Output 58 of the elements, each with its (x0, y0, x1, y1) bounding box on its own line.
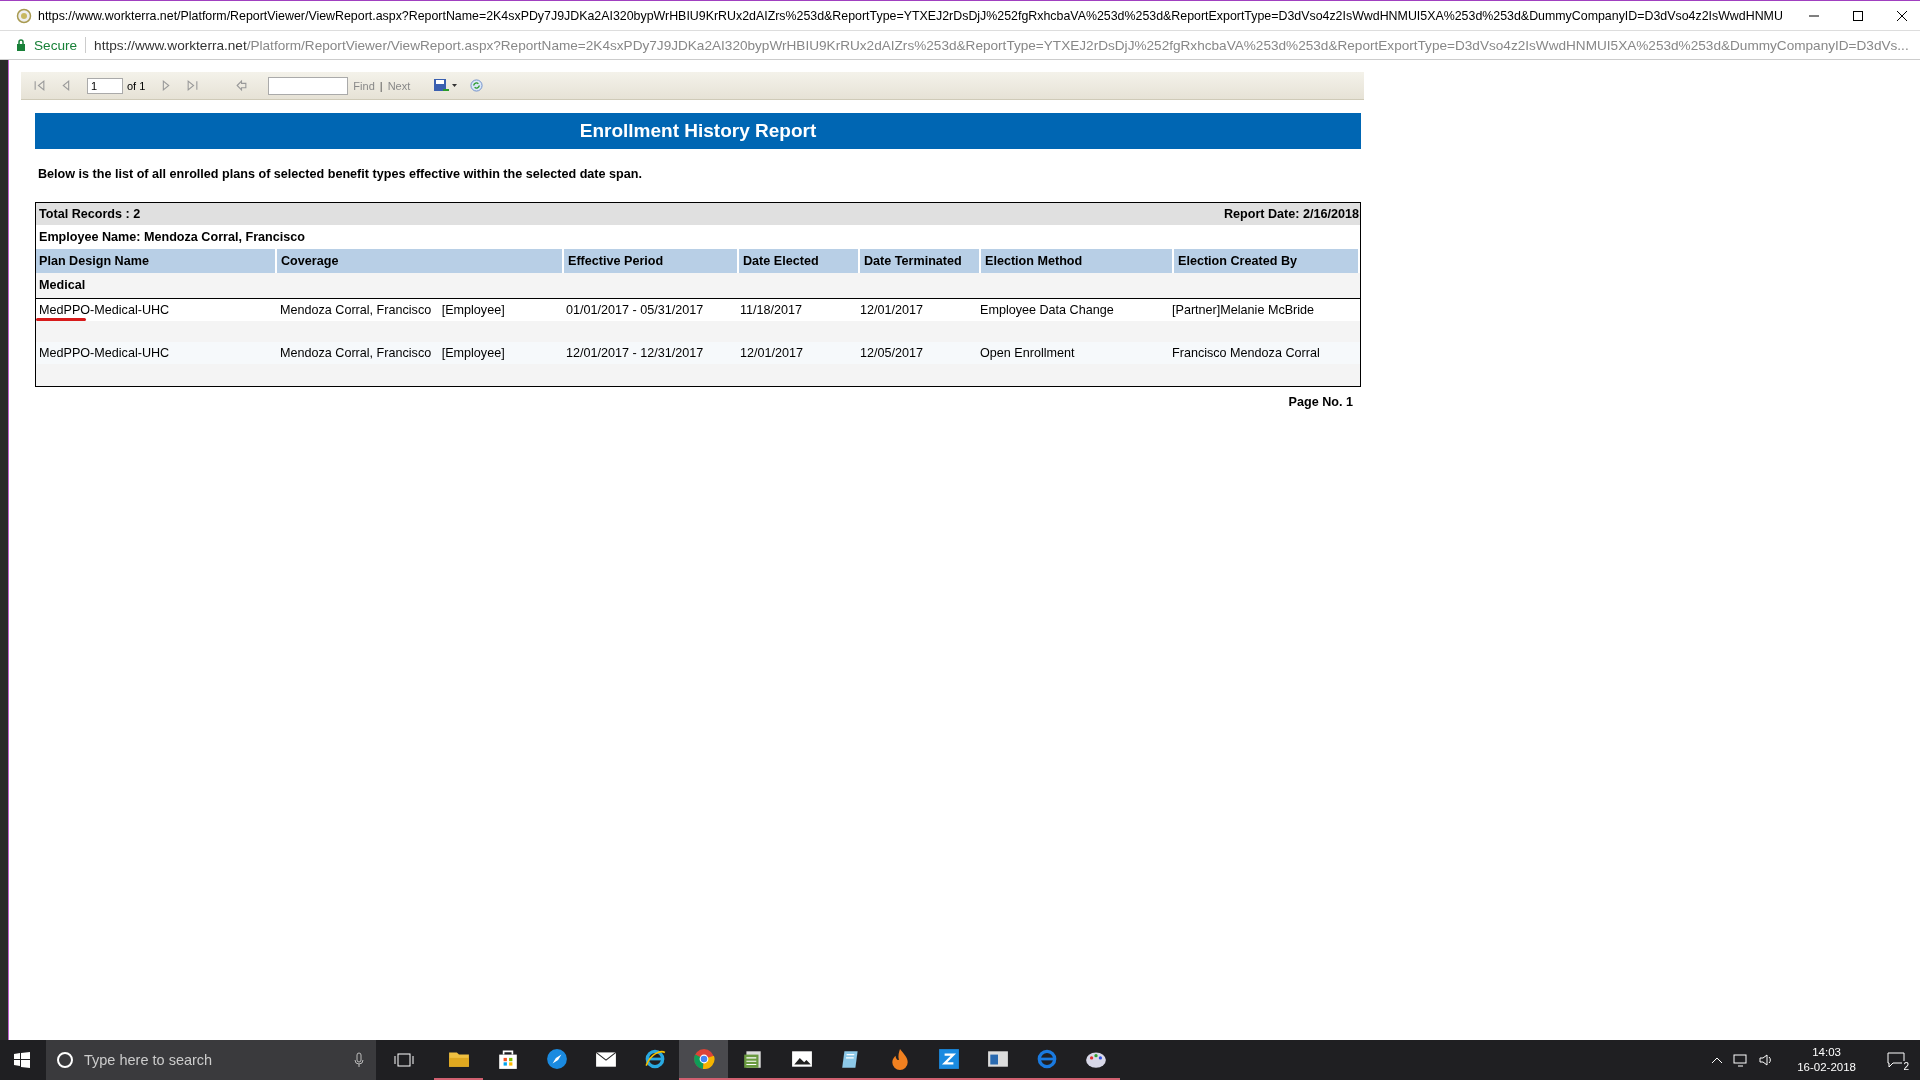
lock-icon (16, 39, 26, 51)
employee-name: Employee Name: Mendoza Corral, Francisco (39, 230, 305, 244)
table-cell: Francisco Mendoza Corral (1172, 346, 1320, 360)
shopping-bag-icon (496, 1048, 519, 1070)
windows-start-icon[interactable] (14, 1052, 30, 1068)
microphone-icon[interactable] (354, 1052, 364, 1068)
total-records: Total Records : 2 (39, 207, 141, 221)
e-logo-icon (643, 1048, 666, 1070)
edge-icon (1035, 1048, 1058, 1070)
compass-icon (545, 1048, 568, 1070)
window-title: https://www.workterra.net/Platform/ReportViewer/ViewReport.aspx?ReportName=2K4sxPDy7J9JDKa2AI320bypWrHBIU9KrRUx2dAIZrs%253d&ReportType=YTXEJ2rDsDjJ%252fgRxhcbaVA%253d%253d&ReportExportType=D3dVso4z2IsWwdHNMUI5XA%253d%253d&DummyCompanyID=D3dVso4z2IsWwdHNMU (38, 8, 1784, 23)
table-cell: [Partner]Melanie McBride (1172, 303, 1315, 317)
table-cell: 01/01/2017 - 05/31/2017 (566, 303, 704, 317)
page-number: Page No. 1 (1288, 395, 1353, 409)
table-cell: Mendoza Corral, Francisco [Employee] (280, 346, 505, 360)
table-cell: 12/01/2017 (740, 346, 804, 360)
window-icon (986, 1048, 1009, 1070)
table-cell: Employee Data Change (980, 303, 1114, 317)
find-field[interactable] (268, 76, 349, 95)
separator-text: | (379, 79, 383, 92)
picture-icon (790, 1048, 813, 1070)
maximize-icon[interactable] (1852, 9, 1864, 22)
address-bar[interactable] (0, 30, 1920, 60)
globe-icon (16, 7, 32, 24)
report-title-banner: Enrollment History Report (35, 113, 1361, 149)
table-cell: 12/01/2017 - 12/31/2017 (566, 346, 704, 360)
table-cell: Open Enrollment (980, 346, 1075, 360)
table-cell: MedPPO-Medical-UHC (39, 303, 170, 317)
report-description: Below is the list of all enrolled plans of selected benefit types effective within the selected date span. (38, 167, 643, 181)
task-view-icon[interactable] (394, 1052, 414, 1068)
speech-bubble-icon (1887, 1052, 1905, 1068)
table-cell: 12/01/2017 (860, 303, 924, 317)
close-icon[interactable] (1896, 9, 1908, 22)
table-cell: Mendoza Corral, Francisco [Employee] (280, 303, 505, 317)
chrome-icon (692, 1048, 715, 1070)
chevron-up-icon[interactable] (1711, 1056, 1724, 1064)
clock-date: 16-02-2018 (1797, 1060, 1856, 1075)
taskbar-search-field[interactable]: Type here to search (46, 1040, 376, 1080)
table-cell: 12/05/2017 (860, 346, 924, 360)
group-label: Medical (39, 278, 86, 292)
clock-time: 14:03 (1812, 1045, 1841, 1060)
search-placeholder: Type here to search (84, 1052, 214, 1068)
refresh-icon[interactable] (470, 79, 484, 92)
notification-button[interactable]: 2 (1882, 1046, 1910, 1074)
report-date: Report Date: 2/16/2018 (1223, 207, 1359, 221)
url-text: https://www.workterra.net/Platform/ReportViewer/ViewReport.aspx?ReportName=2K4sxPDy7J9JDKa2AI320bypWrHBIU9KrRUx2dAIZrs%253d&ReportType=YTXEJ2rDsDjJ%252fgRxhcbaVA%253d%253d&ReportExportType=D3dVso4z2IsWwdHNMUI5XA%253d%253d&DummyCompanyID=D3dVs... (94, 37, 1909, 53)
secure-label: Secure (34, 37, 78, 53)
search-icon (56, 1051, 74, 1069)
annotation-underline (36, 318, 86, 321)
table-cell: 11/18/2017 (740, 303, 803, 317)
taskbar-clock[interactable]: 14:03 16-02-2018 (1797, 1045, 1856, 1075)
notification-count: 2 (1902, 1061, 1910, 1072)
letter-tile-icon (937, 1048, 960, 1070)
page-count: of 1 (127, 79, 146, 92)
network-icon[interactable] (1733, 1053, 1750, 1067)
page-number-field[interactable]: 1 (87, 77, 123, 94)
stacked-pages-icon (741, 1048, 764, 1070)
table-cell: MedPPO-Medical-UHC (39, 346, 170, 360)
